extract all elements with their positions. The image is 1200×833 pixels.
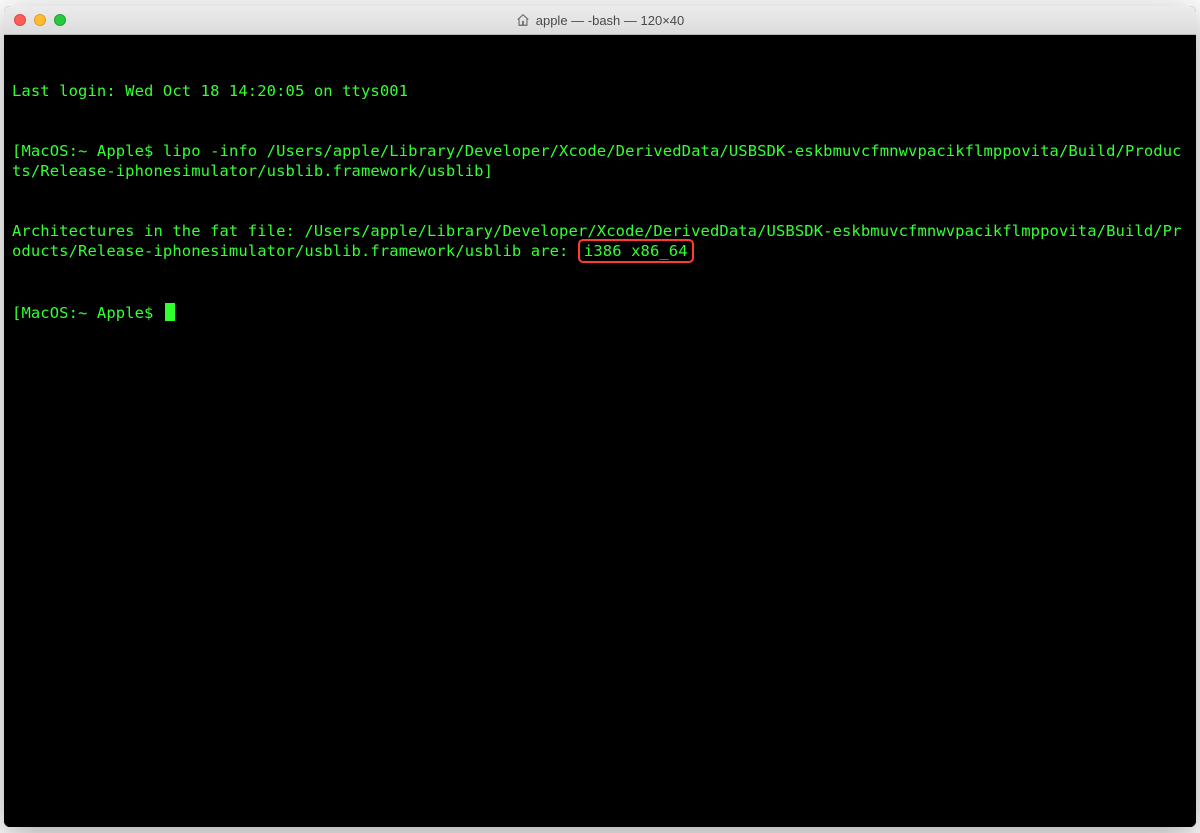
window-title-wrap: apple — -bash — 120×40 bbox=[4, 13, 1196, 28]
window-controls bbox=[14, 14, 66, 26]
terminal-prompt: MacOS:~ Apple$ bbox=[21, 142, 162, 160]
terminal-line-output1: Architectures in the fat file: /Users/ap… bbox=[12, 221, 1188, 263]
terminal-line-login: Last login: Wed Oct 18 14:20:05 on ttys0… bbox=[12, 81, 1188, 101]
minimize-button[interactable] bbox=[34, 14, 46, 26]
highlighted-architectures: i386 x86_64 bbox=[578, 239, 694, 263]
home-icon bbox=[516, 13, 530, 27]
terminal-window: apple — -bash — 120×40 Last login: Wed O… bbox=[4, 6, 1196, 827]
terminal-cursor[interactable] bbox=[165, 303, 175, 321]
terminal-prompt: MacOS:~ Apple$ bbox=[21, 304, 162, 322]
maximize-button[interactable] bbox=[54, 14, 66, 26]
titlebar: apple — -bash — 120×40 bbox=[4, 6, 1196, 35]
close-button[interactable] bbox=[14, 14, 26, 26]
window-title: apple — -bash — 120×40 bbox=[536, 13, 685, 28]
terminal-line-cmd1: [MacOS:~ Apple$ lipo -info /Users/apple/… bbox=[12, 141, 1188, 181]
terminal-line-prompt2: [MacOS:~ Apple$ bbox=[12, 303, 1188, 323]
terminal-body[interactable]: Last login: Wed Oct 18 14:20:05 on ttys0… bbox=[4, 35, 1196, 827]
terminal-command: lipo -info /Users/apple/Library/Develope… bbox=[12, 142, 1182, 180]
